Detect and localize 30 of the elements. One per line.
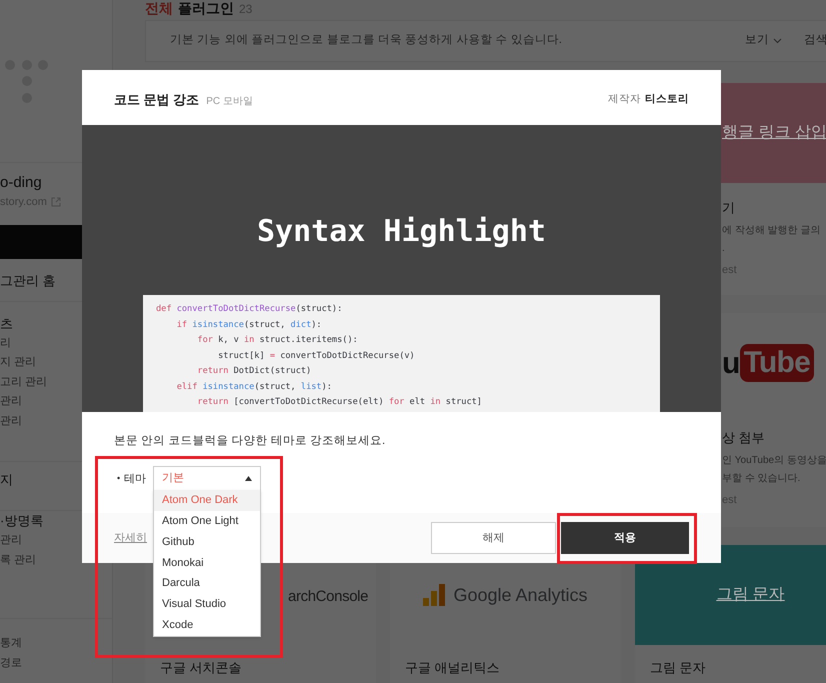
code-line: for k, v in struct.iteritems(): xyxy=(196,334,359,347)
bullet: • xyxy=(117,472,120,486)
plugin-title: 구글 서치콘솔 xyxy=(160,659,243,677)
preview-title: Syntax Highlight xyxy=(257,213,546,251)
analytics-logo: Google Analytics xyxy=(453,584,588,607)
blog-name: o-ding xyxy=(0,173,43,194)
author-name: 티스토리 xyxy=(645,92,689,108)
code-line: if isinstance(struct, dict): xyxy=(176,318,323,332)
code-line: return [convertToDotDictRecurse(elt) for elt in struct] xyxy=(196,396,483,409)
author-label: 제작자 xyxy=(608,92,641,108)
banner-title: 행글 링크 삽입 xyxy=(722,123,826,143)
plugin-description: 인 YouTube의 동영상을 부할 수 있습니다. xyxy=(722,454,826,486)
code-line: elif isinstance(struct, list): xyxy=(176,380,333,394)
plugin-title: 상 첨부 xyxy=(722,429,766,447)
plugin-title: 그림 문자 xyxy=(650,659,707,677)
plugin-description: 에 작성해 발행한 글의 . xyxy=(722,224,822,256)
platform-label: PC 모바일 xyxy=(206,95,253,110)
plugin-title: 구글 애널리틱스 xyxy=(405,659,501,677)
plugin-title: 기 xyxy=(722,199,736,217)
theme-label: 테마 xyxy=(124,472,146,487)
code-line: return DotDict(struct) xyxy=(196,365,312,378)
page-title: 플러그인 xyxy=(178,0,234,17)
search-console-logo: archConsole xyxy=(288,586,368,607)
banner-title: 그림 문자 xyxy=(716,585,785,605)
code-line: struct[k] = convertToDotDictRecurse(v) xyxy=(217,350,416,362)
page-title-highlight: 전체 xyxy=(145,0,173,17)
dialog-title: 코드 문법 강조 xyxy=(114,91,200,110)
code-line: def convertToDotDictRecurse(struct): xyxy=(156,303,344,316)
dialog-description: 본문 안의 코드블럭을 다양한 테마로 강조해보세요. xyxy=(114,434,386,449)
info-text: 기본 기능 외에 플러그인으로 블로그를 더욱 풍성하게 사용할 수 있습니다. xyxy=(170,33,563,48)
